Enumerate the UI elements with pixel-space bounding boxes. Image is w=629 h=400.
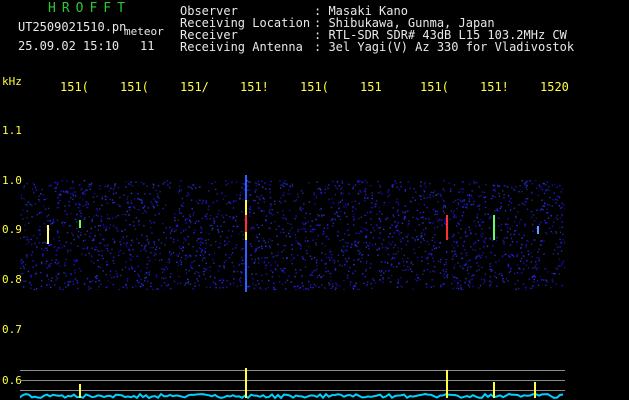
meteor-traces bbox=[47, 175, 539, 292]
signal-baseline bbox=[20, 368, 564, 400]
